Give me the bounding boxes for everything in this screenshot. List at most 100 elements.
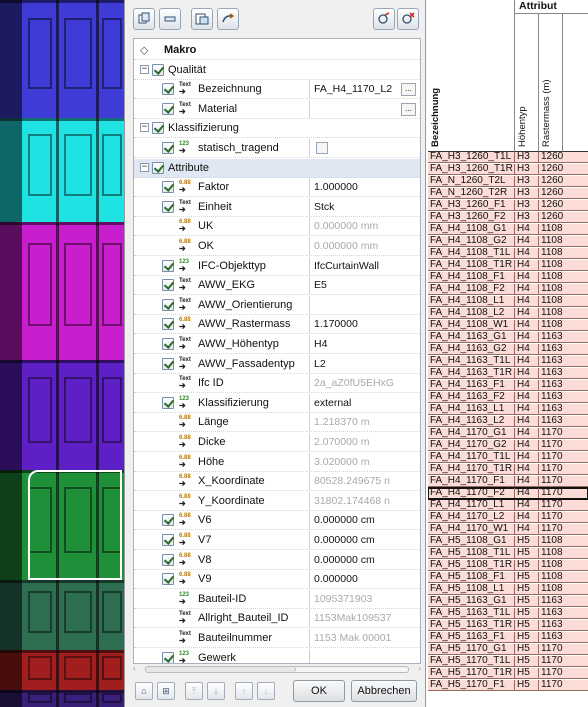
model-viewport[interactable] xyxy=(0,0,124,707)
table-row[interactable]: FA_N_1260_T2L H3 1260 xyxy=(428,176,588,187)
table-row[interactable]: FA_N_1260_T2R H3 1260 xyxy=(428,188,588,199)
tree-row[interactable]: Text ➔ Bauteilnummer 1153 Mak 00001 xyxy=(134,629,420,648)
attribute-value[interactable]: FA_H4_1170_L2 xyxy=(314,83,414,95)
tree-row[interactable]: 6.88 ➔ V6 0.000000 cm xyxy=(134,511,420,531)
row-checkbox[interactable] xyxy=(152,122,164,135)
table-row[interactable]: FA_H5_1163_G1 H5 1163 xyxy=(428,596,588,607)
favorites-icon[interactable] xyxy=(191,8,213,30)
tree-row[interactable]: 6.88 ➔ OK 0.000000 mm xyxy=(134,237,420,256)
table-row[interactable]: FA_H4_1170_T1R H4 1170 xyxy=(428,464,588,475)
table-row[interactable]: FA_H4_1170_T1L H4 1170 xyxy=(428,452,588,463)
table-row[interactable]: FA_H5_1163_T1R H5 1163 xyxy=(428,620,588,631)
table-row[interactable]: FA_H5_1108_G1 H5 1108 xyxy=(428,536,588,547)
row-checkbox[interactable] xyxy=(162,181,174,194)
table-row[interactable]: FA_H4_1170_F2 H4 1170 xyxy=(428,487,588,500)
table-row[interactable]: FA_H4_1163_L2 H4 1163 xyxy=(428,416,588,427)
collapse-icon[interactable]: − xyxy=(140,123,149,133)
tree-row[interactable]: Text ➔ AWW_EKG E5 xyxy=(134,276,420,296)
collapse-icon[interactable]: − xyxy=(140,162,149,172)
tree-group-klassifizierung[interactable]: − Klassifizierung xyxy=(134,119,420,139)
attribute-value[interactable]: Stck xyxy=(314,201,414,213)
row-checkbox[interactable] xyxy=(162,298,174,311)
table-row[interactable]: FA_H4_1163_T1R H4 1163 xyxy=(428,368,588,379)
attribute-value[interactable]: L2 xyxy=(314,358,414,370)
row-checkbox[interactable] xyxy=(162,357,174,370)
table-row[interactable]: FA_H5_1108_T1L H5 1108 xyxy=(428,548,588,559)
attribute-value[interactable]: external xyxy=(314,397,414,409)
table-row[interactable]: FA_H4_1170_F1 H4 1170 xyxy=(428,476,588,487)
table-row[interactable]: FA_H4_1163_G1 H4 1163 xyxy=(428,332,588,343)
table-row[interactable]: FA_H5_1170_T1R H5 1170 xyxy=(428,668,588,679)
value-checkbox[interactable] xyxy=(316,142,328,154)
tree-row[interactable]: 6.88 ➔ AWW_Rastermass 1.170000 xyxy=(134,315,420,335)
tree-row[interactable]: Text ➔ Material... xyxy=(134,99,420,119)
tree-row[interactable]: 123 ➔ IFC-Objekttyp IfcCurtainWall xyxy=(134,256,420,276)
tree-row[interactable]: 123 ➔ Gewerk xyxy=(134,648,420,663)
row-checkbox[interactable] xyxy=(162,514,174,527)
attribute-value[interactable]: 1.170000 xyxy=(314,318,414,330)
tree-row[interactable]: 123 ➔ statisch_tragend xyxy=(134,139,420,158)
table-row[interactable]: FA_H4_1163_F1 H4 1163 xyxy=(428,380,588,391)
move-up-icon[interactable]: ↑ xyxy=(235,682,253,700)
table-row[interactable]: FA_H4_1170_G2 H4 1170 xyxy=(428,440,588,451)
tree-row[interactable]: Text ➔ Allright_Bauteil_ID 1153Mak109537 xyxy=(134,609,420,629)
row-checkbox[interactable] xyxy=(162,573,174,586)
table-row[interactable]: FA_H4_1170_L2 H4 1170 xyxy=(428,512,588,523)
tree-row[interactable]: Text ➔ Ifc ID 2a_aZ0fU5EHxG xyxy=(134,374,420,394)
table-row[interactable]: FA_H5_1108_L1 H5 1108 xyxy=(428,584,588,595)
scroll-right-icon[interactable]: › xyxy=(418,664,421,673)
table-row[interactable]: FA_H4_1108_L1 H4 1108 xyxy=(428,296,588,307)
row-checkbox[interactable] xyxy=(162,338,174,350)
tree-row[interactable]: 6.88 ➔ X_Koordinate 80528.249675 n xyxy=(134,472,420,492)
save-icon[interactable]: ⊞ xyxy=(157,682,175,700)
table-row[interactable]: FA_H4_1108_T1R H4 1108 xyxy=(428,260,588,271)
tree-root[interactable]: ⬦ Makro xyxy=(134,41,420,60)
table-row[interactable]: FA_H4_1108_T1L H4 1108 xyxy=(428,248,588,259)
table-row[interactable]: FA_H4_1163_T1L H4 1163 xyxy=(428,356,588,367)
table-row[interactable]: FA_H4_1108_G2 H4 1108 xyxy=(428,236,588,247)
tree-row[interactable]: 6.88 ➔ V8 0.000000 cm xyxy=(134,550,420,570)
table-row[interactable]: FA_H4_1163_L1 H4 1163 xyxy=(428,404,588,415)
row-checkbox[interactable] xyxy=(162,259,174,272)
tree-row[interactable]: 6.88 ➔ Dicke 2.070000 m xyxy=(134,433,420,452)
tree-group-attribute[interactable]: − Attribute xyxy=(134,158,420,178)
column-header-bezeichnung[interactable]: Bezeichnung xyxy=(428,0,514,152)
table-row[interactable]: FA_H4_1170_G1 H4 1170 xyxy=(428,428,588,439)
remove-pick-icon[interactable] xyxy=(397,8,419,30)
scroll-left-icon[interactable]: ‹ xyxy=(133,664,136,673)
table-row[interactable]: FA_H5_1108_T1R H5 1108 xyxy=(428,560,588,571)
table-row[interactable]: FA_H5_1108_F1 H5 1108 xyxy=(428,572,588,583)
row-checkbox[interactable] xyxy=(162,279,174,292)
tree-row[interactable]: Text ➔ Einheit Stck xyxy=(134,197,420,217)
ellipsis-button[interactable]: ... xyxy=(401,102,416,116)
row-checkbox[interactable] xyxy=(152,161,164,174)
table-row[interactable]: FA_H5_1163_T1L H5 1163 xyxy=(428,608,588,619)
row-checkbox[interactable] xyxy=(162,553,174,566)
table-row[interactable]: FA_H4_1163_G2 H4 1163 xyxy=(428,344,588,355)
table-row[interactable]: FA_H4_1170_W1 H4 1170 xyxy=(428,524,588,535)
table-row[interactable]: FA_H5_1170_F1 H5 1170 xyxy=(428,680,588,691)
table-row[interactable]: FA_H4_1170_L1 H4 1170 xyxy=(428,500,588,511)
tree-row[interactable]: 6.88 ➔ Länge 1.218370 m xyxy=(134,413,420,433)
move-bottom-icon[interactable]: ⤓ xyxy=(207,682,225,700)
tree-row[interactable]: 6.88 ➔ V7 0.000000 cm xyxy=(134,531,420,550)
open-folder-icon[interactable]: ⌂ xyxy=(135,682,153,700)
row-checkbox[interactable] xyxy=(152,63,164,76)
attribute-value[interactable]: 0.000000 xyxy=(314,573,414,585)
row-checkbox[interactable] xyxy=(162,102,174,115)
table-row[interactable]: FA_H3_1260_F2 H3 1260 xyxy=(428,212,588,223)
column-header-rastermass[interactable]: Rastermass (m) xyxy=(538,14,562,152)
tree-row[interactable]: 123 ➔ Bauteil-ID 1095371903 xyxy=(134,589,420,609)
tree-row[interactable]: Text ➔ Bezeichnung FA_H4_1170_L2... xyxy=(134,80,420,100)
tree-row[interactable]: 6.88 ➔ V9 0.000000 xyxy=(134,570,420,590)
attribute-value[interactable]: 0.000000 cm xyxy=(314,534,414,546)
row-checkbox[interactable] xyxy=(162,396,174,409)
table-row[interactable]: FA_H4_1108_G1 H4 1108 xyxy=(428,224,588,235)
ok-button[interactable]: OK xyxy=(293,680,345,702)
table-row[interactable]: FA_H4_1163_F2 H4 1163 xyxy=(428,392,588,403)
column-header-hoehentyp[interactable]: Höhentyp xyxy=(514,14,538,152)
tree-row[interactable]: Text ➔ AWW_Fassadentyp L2 xyxy=(134,354,420,374)
table-row[interactable]: FA_H4_1108_F2 H4 1108 xyxy=(428,284,588,295)
attribute-value[interactable]: E5 xyxy=(314,279,414,291)
table-row[interactable]: FA_H5_1163_F1 H5 1163 xyxy=(428,632,588,643)
